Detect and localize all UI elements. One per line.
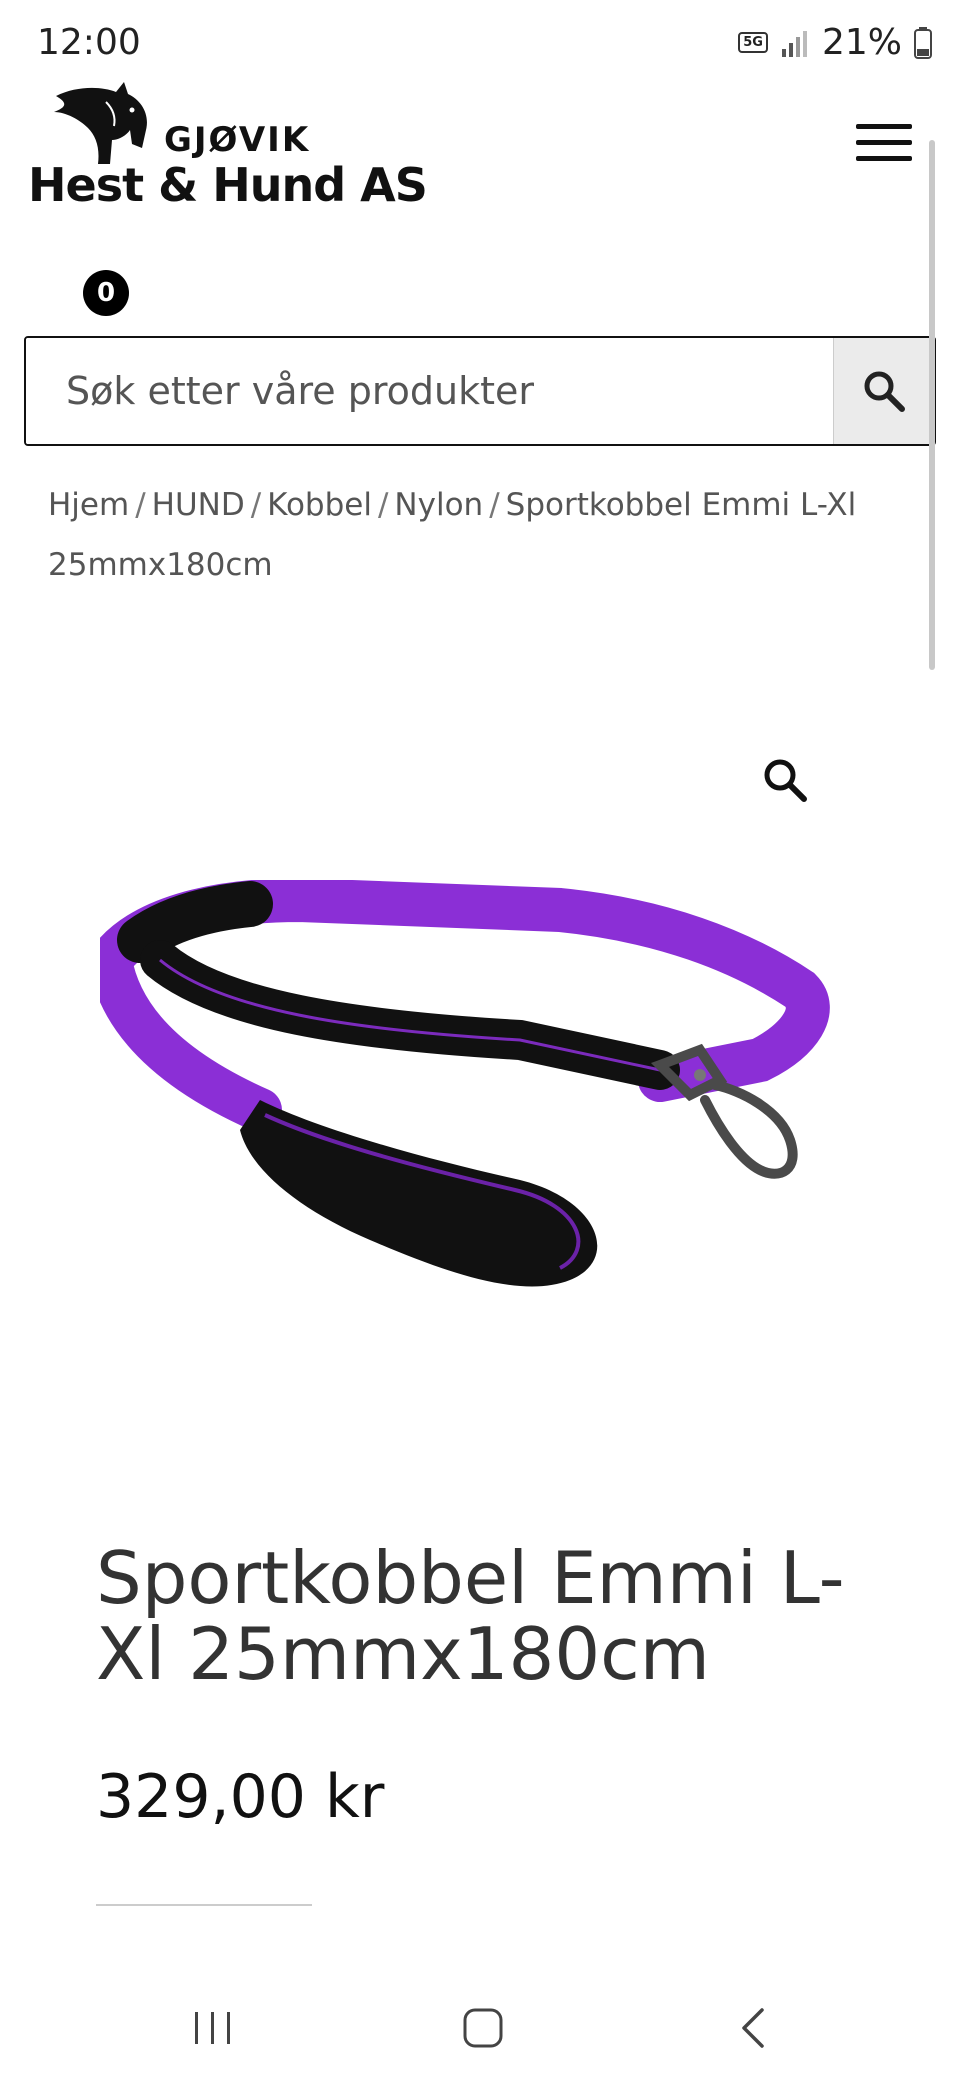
status-bar: 12:00 5G 21% <box>0 0 960 90</box>
signal-icon <box>780 29 810 57</box>
network-badge: 5G <box>738 32 768 53</box>
status-icons: 5G 21% <box>738 22 932 63</box>
recent-apps-icon[interactable] <box>178 1993 248 2063</box>
search-bar <box>24 336 936 446</box>
product-price: 329,00 kr <box>96 1762 385 1832</box>
hamburger-menu-icon[interactable] <box>856 124 912 166</box>
logo-subtitle: GJØVIK <box>164 120 311 160</box>
divider <box>96 1904 312 1906</box>
product-image[interactable] <box>88 877 840 1330</box>
product-title: Sportkobbel Emmi L-Xl 25mmx180cm <box>96 1536 845 1696</box>
site-logo[interactable]: GJØVIK Hest & Hund AS <box>28 78 448 218</box>
home-icon[interactable] <box>448 1993 518 2063</box>
zoom-icon[interactable] <box>760 755 810 805</box>
search-input[interactable] <box>26 338 833 444</box>
leash-image <box>88 877 830 1287</box>
system-nav-bar <box>0 1975 960 2080</box>
breadcrumb-separator: / <box>377 487 389 523</box>
search-icon <box>864 371 905 412</box>
status-time: 12:00 <box>37 22 141 63</box>
breadcrumb-link-home[interactable]: Hjem <box>48 487 129 523</box>
breadcrumb-separator: / <box>489 487 500 523</box>
back-icon[interactable] <box>718 1993 788 2063</box>
cart-count-badge[interactable]: 0 <box>83 270 129 316</box>
breadcrumb-separator: / <box>135 487 146 523</box>
search-button[interactable] <box>833 338 934 444</box>
horse-head-logo-icon <box>54 82 147 164</box>
breadcrumb-link-kobbel[interactable]: Kobbel <box>267 487 372 523</box>
breadcrumb-link-hund[interactable]: HUND <box>152 487 245 523</box>
breadcrumb: Hjem / HUND / Kobbel / Nylon / Sportkobbel Emmi … <box>48 475 928 595</box>
battery-percent: 21% <box>821 22 902 63</box>
breadcrumb-link-nylon[interactable]: Nylon <box>394 487 483 523</box>
battery-icon <box>914 26 932 59</box>
breadcrumb-separator: / <box>250 487 262 523</box>
page-scrollbar[interactable] <box>929 140 935 670</box>
logo-title: Hest & Hund AS <box>28 158 428 212</box>
